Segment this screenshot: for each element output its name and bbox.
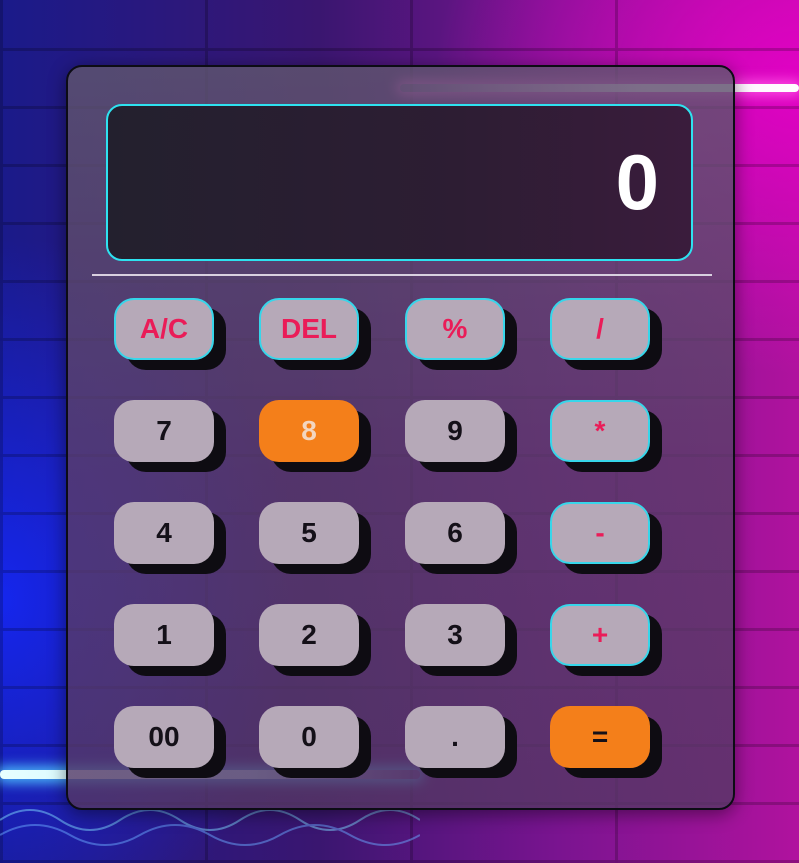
all-clear-button[interactable]: A/C xyxy=(114,298,214,360)
display-divider xyxy=(92,274,712,276)
decimal-point-button[interactable]: . xyxy=(405,706,505,768)
digit-2-button[interactable]: 2 xyxy=(259,604,359,666)
percent-button[interactable]: % xyxy=(405,298,505,360)
divide-button[interactable]: / xyxy=(550,298,650,360)
calculator-display: 0 xyxy=(106,104,693,261)
digit-8-button[interactable]: 8 xyxy=(259,400,359,462)
delete-button[interactable]: DEL xyxy=(259,298,359,360)
subtract-button[interactable]: - xyxy=(550,502,650,564)
digit-1-button[interactable]: 1 xyxy=(114,604,214,666)
display-value: 0 xyxy=(615,138,659,226)
equals-button[interactable]: = xyxy=(550,706,650,768)
digit-4-button[interactable]: 4 xyxy=(114,502,214,564)
digit-6-button[interactable]: 6 xyxy=(405,502,505,564)
digit-7-button[interactable]: 7 xyxy=(114,400,214,462)
add-button[interactable]: + xyxy=(550,604,650,666)
double-zero-button[interactable]: 00 xyxy=(114,706,214,768)
digit-9-button[interactable]: 9 xyxy=(405,400,505,462)
multiply-button[interactable]: * xyxy=(550,400,650,462)
digit-0-button[interactable]: 0 xyxy=(259,706,359,768)
digit-5-button[interactable]: 5 xyxy=(259,502,359,564)
calculator-panel: 0 A/C DEL % / 7 8 9 * 4 5 6 - 1 2 3 + 00… xyxy=(66,65,735,810)
digit-3-button[interactable]: 3 xyxy=(405,604,505,666)
